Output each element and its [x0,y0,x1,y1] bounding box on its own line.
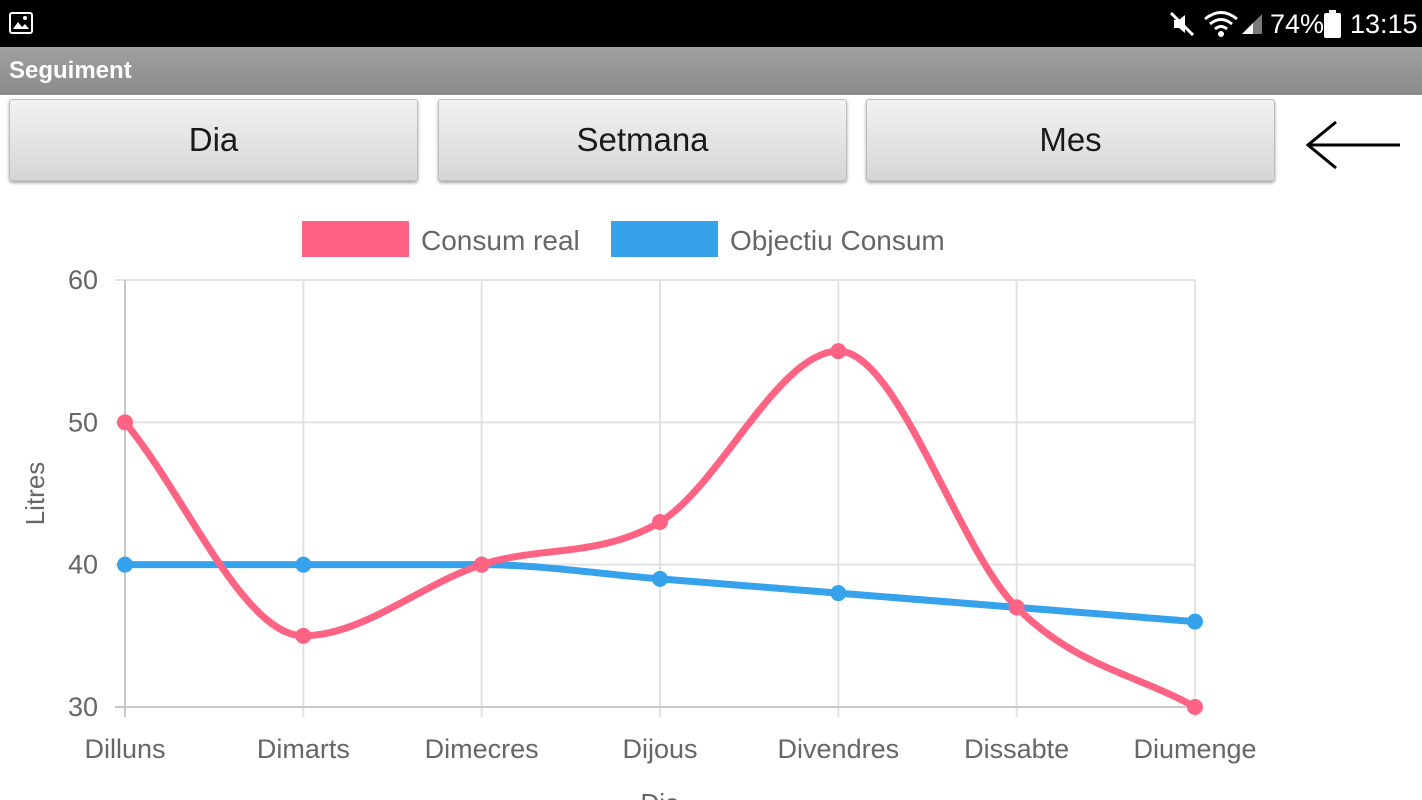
wifi-icon [1204,11,1238,37]
app-title: Seguiment [9,57,132,84]
data-point [473,556,490,573]
data-point [830,585,847,602]
data-point [1187,613,1203,630]
data-point [1008,599,1025,616]
data-point [117,556,133,573]
app-title-bar: Seguiment [0,47,1422,95]
week-button[interactable]: Setmana [438,99,847,181]
signal-icon [1242,14,1262,34]
clock: 13:15 [1350,9,1418,39]
data-point [830,343,847,360]
y-axis-title: Litres [20,462,50,526]
legend-swatch [611,221,718,257]
month-button[interactable]: Mes [866,99,1275,181]
x-tick-label: Dissabte [964,734,1069,764]
battery-percent: 74% [1270,9,1325,39]
x-tick-label: Divendres [778,734,900,764]
x-axis-title: Dia [640,788,680,800]
mute-icon [1169,11,1195,37]
line-chart: Consum real Objectiu Consum 30 40 50 60 Dillu… [20,221,1257,800]
arrow-left-icon[interactable] [1300,118,1406,172]
data-point [652,513,668,530]
status-bar: 74% 13:15 [0,0,1422,47]
image-icon [9,12,33,34]
data-point [652,570,668,587]
x-tick-label: Dimarts [257,734,350,764]
x-tick-label: Diumenge [1133,734,1256,764]
y-tick-label: 30 [68,692,98,722]
legend-swatch [302,221,409,257]
legend: Consum real Objectiu Consum [302,221,945,257]
y-tick-label: 60 [68,265,98,295]
data-point [295,627,312,644]
x-tick-label: Dijous [622,734,697,764]
x-tick-label: Dimecres [425,734,539,764]
day-button[interactable]: Dia [9,99,418,181]
legend-label: Consum real [421,225,580,256]
battery-icon [1324,10,1341,38]
y-tick-label: 40 [68,550,98,580]
data-point [117,414,133,431]
grid [115,279,1196,717]
data-point [295,556,312,573]
data-point [1187,699,1203,715]
x-tick-label: Dilluns [84,734,165,764]
legend-label: Objectiu Consum [730,225,945,256]
y-tick-label: 50 [68,407,98,437]
